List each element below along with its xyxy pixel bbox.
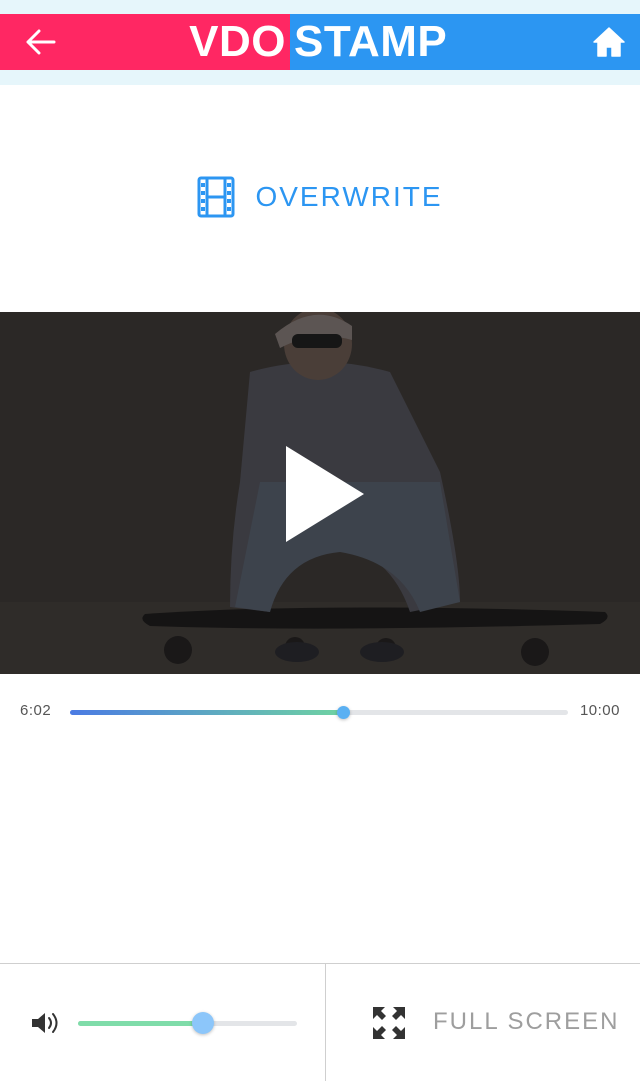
full-screen-label: FULL SCREEN	[433, 1008, 620, 1035]
seek-thumb[interactable]	[337, 706, 351, 719]
seek-bar[interactable]	[70, 706, 568, 719]
header-left-panel: VDO	[0, 14, 290, 70]
overwrite-label: OVERWRITE	[255, 181, 443, 212]
volume-slider[interactable]	[78, 1012, 297, 1034]
home-button[interactable]	[592, 26, 626, 58]
arrow-left-icon	[26, 29, 56, 55]
full-screen-button[interactable]: FULL SCREEN	[326, 964, 640, 1081]
film-strip-icon	[197, 176, 235, 218]
volume-slider-fill	[78, 1021, 203, 1026]
current-time: 6:02	[20, 702, 52, 719]
header-right-panel: STAMP	[290, 14, 640, 70]
play-icon[interactable]	[284, 444, 366, 544]
volume-thumb[interactable]	[191, 1012, 214, 1034]
home-icon	[593, 27, 625, 57]
logo-text-stamp: STAMP	[294, 17, 448, 66]
seek-bar-fill	[70, 710, 344, 715]
overwrite-mode-button[interactable]: OVERWRITE	[0, 170, 640, 224]
fullscreen-icon	[373, 1007, 405, 1039]
app-header: VDO STAMP	[0, 14, 640, 70]
total-time: 10:00	[579, 702, 620, 719]
bottom-controls: FULL SCREEN	[0, 963, 640, 1081]
volume-button[interactable]	[30, 1010, 62, 1036]
volume-icon	[32, 1013, 58, 1033]
logo-text-vdo: VDO	[189, 17, 286, 66]
back-button[interactable]	[26, 28, 56, 56]
